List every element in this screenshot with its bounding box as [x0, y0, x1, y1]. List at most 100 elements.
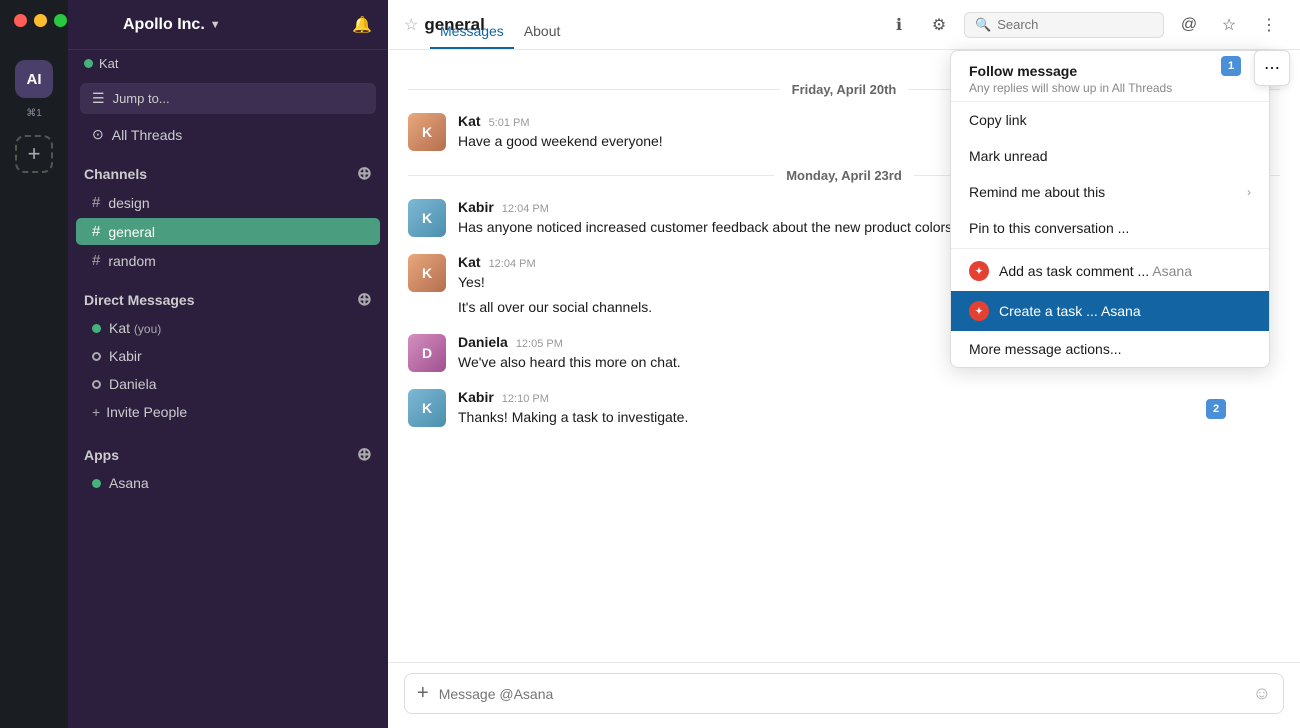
sidebar-invite-people[interactable]: + Invite People [76, 399, 380, 425]
badge-2: 2 [1206, 399, 1226, 419]
all-threads-icon: ⊙ [92, 126, 104, 143]
follow-message-subtitle: Any replies will show up in All Threads [969, 81, 1251, 95]
message-time: 12:04 PM [489, 258, 536, 270]
avatar-inner: K [408, 113, 446, 151]
search-icon: 🔍 [975, 17, 991, 33]
workspace-avatar[interactable]: AI [15, 60, 53, 98]
avatar-kat: K [408, 254, 446, 292]
create-task-icon-group: ✦ Create a task ... Asana [969, 301, 1141, 321]
workspace-name[interactable]: Apollo Inc. ▼ [123, 16, 221, 34]
header-actions: ℹ ⚙ 🔍 @ ☆ ⋮ [884, 10, 1284, 40]
message-time: 12:10 PM [502, 393, 549, 405]
context-mark-unread[interactable]: Mark unread [951, 138, 1269, 174]
chevron-right-icon: › [1247, 185, 1251, 199]
workspace-chevron-icon: ▼ [210, 19, 221, 31]
message-time: 12:05 PM [516, 338, 563, 350]
star-button[interactable]: ☆ [1214, 10, 1244, 40]
context-pin[interactable]: Pin to this conversation ... [951, 210, 1269, 246]
more-options-button[interactable]: ⋮ [1254, 10, 1284, 40]
more-options-floating-button[interactable]: ⋯ [1254, 50, 1290, 86]
avatar-inner: D [408, 334, 446, 372]
at-button[interactable]: @ [1174, 10, 1204, 40]
add-dm-icon[interactable]: ⊕ [357, 289, 372, 310]
app-online-dot [92, 479, 101, 488]
avatar-inner: K [408, 199, 446, 237]
hash-icon: # [92, 252, 100, 269]
context-menu: Follow message Any replies will show up … [950, 50, 1270, 368]
context-add-task-comment[interactable]: ✦ Add as task comment ... Asana [951, 251, 1269, 291]
message-author: Kabir [458, 389, 494, 405]
tab-about[interactable]: About [514, 23, 571, 49]
info-button[interactable]: ℹ [884, 10, 914, 40]
message-input-box: + ☺ [404, 673, 1284, 714]
message-header: Kabir 12:10 PM [458, 389, 1280, 405]
avatar-inner: K [408, 254, 446, 292]
follow-message-title: Follow message [969, 63, 1251, 79]
message-author: Kat [458, 113, 481, 129]
maximize-button[interactable] [54, 14, 67, 27]
user-status: Kat [68, 50, 388, 77]
icon-rail: AI ⌘1 + [0, 0, 68, 728]
sidebar-item-general[interactable]: # general [76, 218, 380, 245]
message-content: Kabir 12:10 PM Thanks! Making a task to … [458, 389, 1280, 428]
minimize-button[interactable] [34, 14, 47, 27]
divider-line [408, 175, 774, 176]
sidebar: Apollo Inc. ▼ 🔔 Kat ☰ Jump to... ⊙ All T… [68, 0, 388, 728]
asana-icon: ✦ [969, 261, 989, 281]
message-attach-button[interactable]: + [417, 682, 429, 705]
main-content: ☆ general Messages About ℹ ⚙ 🔍 @ ☆ ⋮ Fri… [388, 0, 1300, 728]
dm-offline-dot [92, 352, 101, 361]
emoji-button[interactable]: ☺ [1253, 683, 1271, 704]
add-channel-icon[interactable]: ⊕ [357, 163, 372, 184]
apps-section-header: Apps ⊕ [68, 430, 388, 469]
settings-button[interactable]: ⚙ [924, 10, 954, 40]
sidebar-header: Apollo Inc. ▼ 🔔 [68, 0, 388, 50]
hash-icon: # [92, 194, 100, 211]
message-author: Kat [458, 254, 481, 270]
add-workspace-button[interactable]: + [15, 135, 53, 173]
user-status-dot [84, 59, 93, 68]
date-label-monday: Monday, April 23rd [786, 168, 902, 183]
notification-bell-icon[interactable]: 🔔 [352, 15, 372, 35]
more-dots-icon: ⋯ [1264, 58, 1280, 78]
message-author: Kabir [458, 199, 494, 215]
context-create-task[interactable]: ✦ Create a task ... Asana [951, 291, 1269, 331]
sidebar-dm-kabir[interactable]: Kabir [76, 343, 380, 369]
context-remind-me[interactable]: Remind me about this › [951, 174, 1269, 210]
avatar-kabir: K [408, 389, 446, 427]
dm-section-header: Direct Messages ⊕ [68, 275, 388, 314]
sidebar-dm-daniela[interactable]: Daniela [76, 371, 380, 397]
avatar-kabir: K [408, 199, 446, 237]
date-label-friday: Friday, April 20th [792, 82, 897, 97]
message-text: Thanks! Making a task to investigate. [458, 407, 1280, 428]
cmd-label: ⌘1 [26, 108, 42, 119]
sidebar-item-random[interactable]: # random [76, 247, 380, 274]
traffic-lights [14, 14, 67, 27]
search-input[interactable] [997, 17, 1153, 32]
sidebar-item-design[interactable]: # design [76, 189, 380, 216]
message-input[interactable] [439, 686, 1243, 702]
star-icon[interactable]: ☆ [404, 15, 418, 35]
header-tabs: Messages About [430, 23, 570, 49]
add-app-icon[interactable]: ⊕ [357, 444, 372, 465]
context-copy-link[interactable]: Copy link [951, 102, 1269, 138]
sidebar-dm-kat[interactable]: Kat (you) [76, 315, 380, 341]
tab-messages[interactable]: Messages [430, 23, 514, 49]
hash-icon: # [92, 223, 100, 240]
jump-to-button[interactable]: ☰ Jump to... [80, 83, 376, 114]
divider-line [408, 89, 780, 90]
dm-offline-dot [92, 380, 101, 389]
message-input-area: + ☺ [388, 662, 1300, 728]
close-button[interactable] [14, 14, 27, 27]
add-task-icon-group: ✦ Add as task comment ... Asana [969, 261, 1192, 281]
context-divider [951, 248, 1269, 249]
channels-section-header: Channels ⊕ [68, 149, 388, 188]
sidebar-app-asana[interactable]: Asana [76, 470, 380, 496]
user-name-label: Kat [99, 56, 119, 71]
jump-to-icon: ☰ [92, 90, 105, 107]
sidebar-item-all-threads[interactable]: ⊙ All Threads [76, 121, 380, 148]
channel-header: ☆ general Messages About ℹ ⚙ 🔍 @ ☆ ⋮ [388, 0, 1300, 50]
plus-icon: + [92, 404, 100, 420]
context-more-actions[interactable]: More message actions... [951, 331, 1269, 367]
search-box[interactable]: 🔍 [964, 12, 1164, 38]
